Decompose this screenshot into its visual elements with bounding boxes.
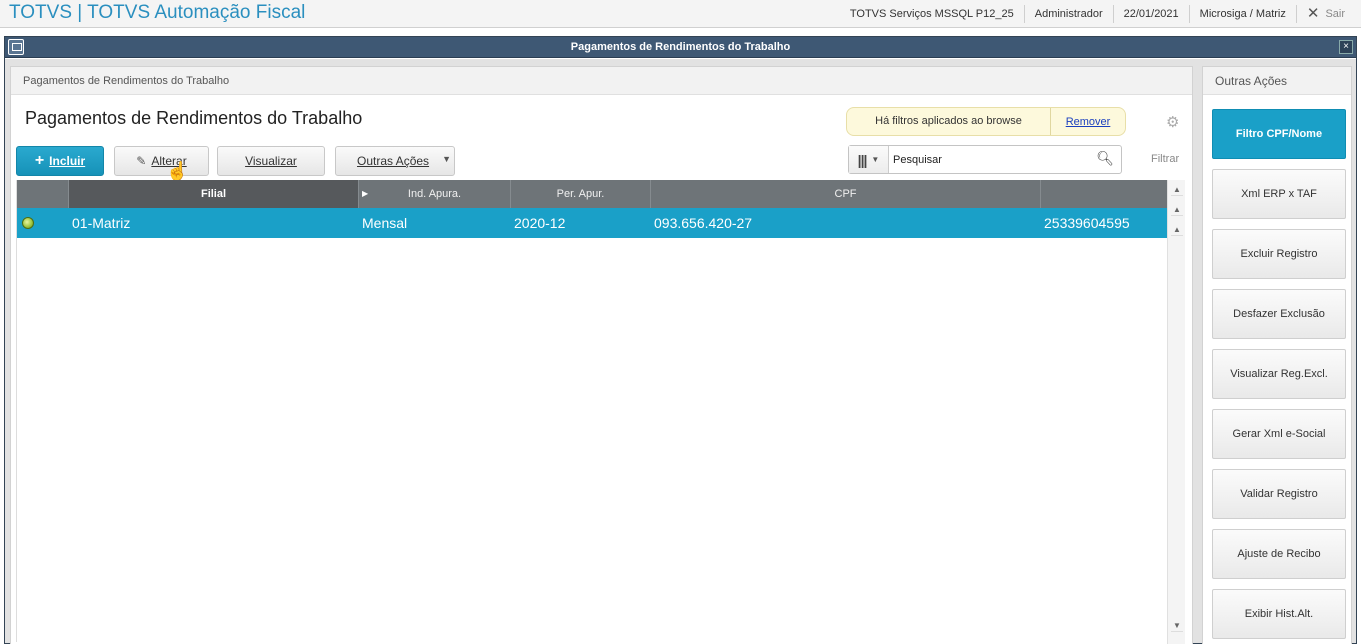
column-header-ind-apura-label: Ind. Apura. bbox=[407, 188, 462, 200]
window-header: Pagamentos de Rendimentos do Trabalho × bbox=[5, 37, 1356, 58]
column-header-extra[interactable] bbox=[1041, 180, 1167, 208]
search-input[interactable] bbox=[893, 151, 1088, 168]
visualizar-label: Visualizar bbox=[245, 154, 297, 168]
excluir-registro-button[interactable]: Excluir Registro bbox=[1212, 229, 1346, 279]
cell-per-apur: 2020-12 bbox=[514, 215, 566, 231]
cell-cpf: 093.656.420-27 bbox=[654, 215, 753, 231]
columns-icon: ||| bbox=[857, 151, 868, 168]
close-icon: ✕ bbox=[1306, 5, 1320, 22]
pencil-icon: ✎ bbox=[136, 154, 147, 168]
visualizar-reg-excl-button[interactable]: Visualizar Reg.Excl. bbox=[1212, 349, 1346, 399]
column-header-filial[interactable]: Filial bbox=[69, 180, 359, 208]
breadcrumb: Pagamentos de Rendimentos do Trabalho bbox=[11, 67, 1192, 95]
cell-extra: 25339604595 bbox=[1044, 215, 1130, 231]
filter-notice: Há filtros aplicados ao browse Remover bbox=[846, 107, 1126, 136]
plus-icon: + bbox=[34, 152, 45, 169]
main-panel: Pagamentos de Rendimentos do Trabalho Pa… bbox=[10, 66, 1193, 644]
desfazer-exclusao-button[interactable]: Desfazer Exclusão bbox=[1212, 289, 1346, 339]
chevron-down-icon: ▼ bbox=[442, 154, 451, 164]
outras-acoes-button[interactable]: Outras Ações ▼ bbox=[335, 146, 455, 176]
window-close-button[interactable]: × bbox=[1339, 40, 1353, 54]
exit-button[interactable]: ✕ Sair bbox=[1295, 5, 1361, 23]
outras-acoes-label: Outras Ações bbox=[357, 154, 430, 168]
search-box: ||| ▼ 🔍︎ bbox=[848, 145, 1122, 174]
scroll-page-up-icon[interactable]: ▲ bbox=[1171, 204, 1183, 216]
grid-header: Filial ▶ Ind. Apura. Per. Apur. CPF bbox=[17, 180, 1167, 208]
search-icon[interactable]: 🔍︎ bbox=[1096, 150, 1114, 167]
window-title: Pagamentos de Rendimentos do Trabalho bbox=[570, 41, 791, 53]
exit-label: Sair bbox=[1325, 8, 1345, 20]
browse-grid: Filial ▶ Ind. Apura. Per. Apur. CPF 01-M… bbox=[16, 180, 1167, 642]
visualizar-button[interactable]: Visualizar bbox=[217, 146, 325, 176]
date-label[interactable]: 22/01/2021 bbox=[1112, 5, 1189, 23]
routine-window: Pagamentos de Rendimentos do Trabalho × … bbox=[4, 36, 1357, 644]
hand-cursor-icon: ☝ bbox=[166, 161, 189, 181]
page-title: Pagamentos de Rendimentos do Trabalho bbox=[25, 108, 363, 128]
top-bar: TOTVS | TOTVS Automação Fiscal TOTVS Ser… bbox=[0, 0, 1361, 28]
environment-label: TOTVS Serviços MSSQL P12_25 bbox=[849, 8, 1014, 20]
incluir-button[interactable]: + Incluir bbox=[16, 146, 104, 176]
top-info: TOTVS Serviços MSSQL P12_25 Administrado… bbox=[840, 0, 1361, 28]
table-row[interactable]: 01-Matriz Mensal 2020-12 093.656.420-27 … bbox=[17, 208, 1167, 238]
status-ok-icon bbox=[22, 217, 34, 229]
window-body: Pagamentos de Rendimentos do Trabalho Pa… bbox=[5, 59, 1356, 644]
filter-link[interactable]: Filtrar bbox=[1151, 153, 1179, 165]
scroll-top-icon[interactable]: ▲ bbox=[1171, 184, 1183, 196]
filter-notice-text: Há filtros aplicados ao browse bbox=[847, 108, 1051, 135]
side-panel-title: Outras Ações bbox=[1203, 67, 1351, 95]
column-marker-icon: ▶ bbox=[362, 189, 369, 198]
column-header-cpf[interactable]: CPF bbox=[651, 180, 1041, 208]
gerar-xml-esocial-button[interactable]: Gerar Xml e-Social bbox=[1212, 409, 1346, 459]
exibir-hist-alt-button[interactable]: Exibir Hist.Alt. bbox=[1212, 589, 1346, 639]
column-header-status[interactable] bbox=[17, 180, 69, 208]
remove-filter-link[interactable]: Remover bbox=[1051, 116, 1125, 128]
validar-registro-button[interactable]: Validar Registro bbox=[1212, 469, 1346, 519]
incluir-label: Incluir bbox=[49, 154, 86, 168]
cell-filial: 01-Matriz bbox=[72, 215, 131, 231]
filtro-cpf-nome-button[interactable]: Filtro CPF/Nome bbox=[1212, 109, 1346, 159]
user-label[interactable]: Administrador bbox=[1023, 5, 1113, 23]
branch-label[interactable]: Microsiga / Matriz bbox=[1188, 5, 1296, 23]
search-column-selector[interactable]: ||| ▼ bbox=[849, 146, 889, 173]
gear-icon[interactable]: ⚙ bbox=[1166, 113, 1179, 131]
xml-erp-taf-button[interactable]: Xml ERP x TAF bbox=[1212, 169, 1346, 219]
app-title: TOTVS | TOTVS Automação Fiscal bbox=[9, 2, 306, 23]
scroll-down-icon[interactable]: ▼ bbox=[1171, 620, 1183, 632]
ajuste-recibo-button[interactable]: Ajuste de Recibo bbox=[1212, 529, 1346, 579]
column-header-ind-apura[interactable]: ▶ Ind. Apura. bbox=[359, 180, 511, 208]
alterar-button[interactable]: ✎ Alterar bbox=[114, 146, 209, 176]
column-header-per-apur[interactable]: Per. Apur. bbox=[511, 180, 651, 208]
side-actions-panel: Outras Ações Filtro CPF/Nome Xml ERP x T… bbox=[1202, 66, 1352, 644]
scroll-up-icon[interactable]: ▲ bbox=[1171, 224, 1183, 236]
chevron-down-icon: ▼ bbox=[871, 155, 880, 164]
grid-scrollbar[interactable]: ▲ ▲ ▲ ▼ bbox=[1167, 180, 1185, 644]
cell-ind-apura: Mensal bbox=[362, 215, 408, 231]
